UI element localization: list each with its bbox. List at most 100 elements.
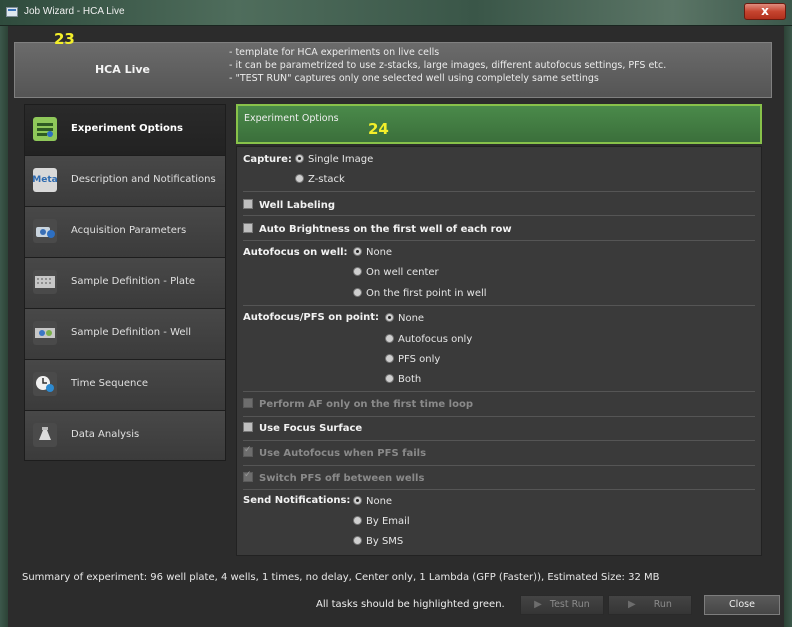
nav-item-sample-definition-plate[interactable]: Sample Definition - Plate [24,257,226,308]
annotation-number-23: 23 [54,30,75,48]
description-line: - it can be parametrized to use z-stacks… [229,60,667,71]
divider [243,465,755,466]
autofocus-pfs-none-option[interactable]: None [385,313,424,324]
capture-single-image-option[interactable]: Single Image [295,154,373,165]
autofocus-pfs-both-option[interactable]: Both [385,374,421,385]
notifications-sms-option[interactable]: By SMS [353,536,403,547]
option-label: None [366,247,393,258]
window-title: Job Wizard - HCA Live [24,6,125,17]
radio[interactable] [353,267,362,276]
capture-label: Capture: [243,154,292,165]
radio[interactable] [385,334,394,343]
checkbox-label: Auto Brightness on the first well of eac… [259,224,512,235]
divider [243,489,755,490]
app-icon [6,7,18,17]
button-label: Test Run [549,599,590,610]
window-close-button[interactable]: x [744,3,786,20]
description-line: - "TEST RUN" captures only one selected … [229,73,599,84]
meta-icon: Meta [32,168,58,192]
option-label: None [366,496,393,507]
radio[interactable] [385,374,394,383]
template-description: - template for HCA experiments on live c… [229,46,769,85]
clock-icon [33,372,57,396]
checkbox[interactable] [243,422,253,432]
option-label: Single Image [308,154,374,165]
send-notifications-label: Send Notifications: [243,495,351,506]
nav-item-sample-definition-well[interactable]: Sample Definition - Well [24,308,226,359]
plate-icon [33,270,57,294]
option-label: Autofocus only [398,334,473,345]
nav-label: Acquisition Parameters [71,225,187,236]
checkbox[interactable] [243,223,253,233]
notifications-none-option[interactable]: None [353,496,392,507]
radio[interactable] [353,536,362,545]
annotation-number-24: 24 [368,120,389,138]
checkbox-label: Well Labeling [259,200,335,211]
template-title: HCA Live [94,63,151,76]
option-label: By SMS [366,536,404,547]
option-label: On well center [366,267,439,278]
checkbox[interactable] [243,398,253,408]
notifications-email-option[interactable]: By Email [353,516,410,527]
autofocus-pfs-autofocus-only-option[interactable]: Autofocus only [385,334,472,345]
divider [243,391,755,392]
divider [243,240,755,241]
radio-selected[interactable] [353,496,362,505]
nav-label: Data Analysis [71,429,140,440]
nav-item-time-sequence[interactable]: Time Sequence [24,359,226,410]
radio[interactable] [385,354,394,363]
radio[interactable] [353,516,362,525]
analysis-icon [33,423,57,447]
autofocus-well-none-option[interactable]: None [353,247,392,258]
autofocus-well-center-option[interactable]: On well center [353,267,439,278]
autofocus-pfs-pfs-only-option[interactable]: PFS only [385,354,440,365]
checkbox[interactable] [243,199,253,209]
option-label: By Email [366,516,410,527]
auto-brightness-checkbox[interactable]: Auto Brightness on the first well of eac… [243,223,512,235]
use-autofocus-pfs-fails-checkbox[interactable]: Use Autofocus when PFS fails [243,445,426,459]
title-bar: Job Wizard - HCA Live x [0,0,792,26]
well-labeling-checkbox[interactable]: Well Labeling [243,199,335,211]
autofocus-well-first-point-option[interactable]: On the first point in well [353,288,487,299]
autofocus-pfs-label: Autofocus/PFS on point: [243,312,380,323]
checkbox-label: Switch PFS off between wells [259,473,425,484]
nav-item-acquisition-parameters[interactable]: Acquisition Parameters [24,206,226,257]
nav-label: Sample Definition - Plate [71,276,196,287]
radio[interactable] [295,174,304,183]
experiment-options-panel: Capture: Single Image Z-stack Well Label… [236,146,762,556]
description-line: - template for HCA experiments on live c… [229,47,440,58]
wizard-step-nav: Experiment Options Meta Description and … [24,104,226,464]
radio[interactable] [353,288,362,297]
capture-z-stack-option[interactable]: Z-stack [295,174,345,185]
nav-label: Time Sequence [71,378,148,389]
checkbox[interactable] [243,445,253,457]
template-banner: HCA Live - template for HCA experiments … [14,42,772,98]
status-message: All tasks should be highlighted green. [316,599,505,610]
option-label: PFS only [398,354,441,365]
radio-selected[interactable] [353,247,362,256]
divider [243,305,755,306]
radio-selected[interactable] [385,313,394,322]
autofocus-well-label: Autofocus on well: [243,247,348,258]
option-label: None [398,313,425,324]
close-button[interactable]: Close [704,595,780,615]
button-label: Close [729,599,755,610]
run-button[interactable]: ▶ Run [608,595,692,615]
switch-pfs-off-checkbox[interactable]: Switch PFS off between wells [243,470,425,484]
nav-item-experiment-options[interactable]: Experiment Options [24,104,226,155]
nav-item-description-and-notifications[interactable]: Meta Description and Notifications [24,155,226,206]
camera-icon [33,219,57,243]
window-frame-right [784,26,792,627]
radio-selected[interactable] [295,154,304,163]
use-focus-surface-checkbox[interactable]: Use Focus Surface [243,422,362,434]
perform-af-first-loop-checkbox[interactable]: Perform AF only on the first time loop [243,398,473,410]
checkbox[interactable] [243,470,253,482]
nav-label: Description and Notifications [71,174,216,185]
nav-label: Sample Definition - Well [71,327,192,338]
nav-item-data-analysis[interactable]: Data Analysis [24,410,226,461]
nav-label: Experiment Options [71,123,183,134]
play-icon: ▶ [628,599,636,610]
experiment-options-icon [33,117,57,141]
checkbox-label: Use Focus Surface [259,423,363,434]
test-run-button[interactable]: ▶ Test Run [520,595,604,615]
